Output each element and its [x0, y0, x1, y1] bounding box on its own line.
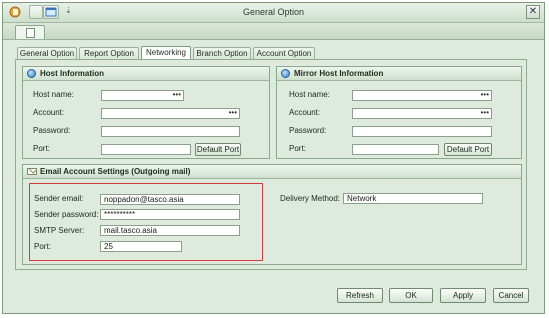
email-settings-header: Email Account Settings (Outgoing mail) — [23, 165, 521, 179]
account-label: Account: — [33, 108, 65, 117]
mirror-host-name-label: Host name: — [289, 90, 330, 99]
apply-button[interactable]: Apply — [440, 288, 486, 303]
email-port-input[interactable]: 25 — [100, 241, 182, 252]
cancel-button[interactable]: Cancel — [493, 288, 529, 303]
document-tab-strip — [3, 23, 544, 40]
mirror-account-ellipsis-icon[interactable]: ••• — [481, 109, 489, 117]
refresh-button[interactable]: Refresh — [337, 288, 383, 303]
mirror-password-input[interactable] — [352, 126, 492, 137]
globe-icon — [27, 69, 36, 78]
password-input[interactable] — [101, 126, 240, 137]
close-button[interactable]: ✕ — [526, 5, 540, 19]
mirror-default-port-button[interactable]: Default Port — [444, 143, 492, 156]
mirror-host-information-title: Mirror Host Information — [294, 69, 384, 78]
account-ellipsis-icon[interactable]: ••• — [229, 109, 237, 117]
mirror-host-information-header: Mirror Host Information — [277, 67, 521, 81]
host-name-label: Host name: — [33, 90, 74, 99]
mirror-port-label: Port: — [289, 144, 306, 153]
sender-password-label: Sender password: — [34, 210, 99, 219]
mirror-port-input[interactable] — [352, 144, 439, 155]
smtp-server-label: SMTP Server: — [34, 226, 85, 235]
mirror-account-label: Account: — [289, 108, 321, 117]
delivery-method-label: Delivery Method: — [280, 194, 341, 203]
mirror-host-name-input[interactable]: ••• — [352, 90, 492, 101]
mirror-host-name-ellipsis-icon[interactable]: ••• — [481, 91, 489, 99]
window-title: General Option — [242, 7, 305, 17]
email-port-label: Port: — [34, 242, 51, 251]
sender-email-label: Sender email: — [34, 194, 84, 203]
globe-icon — [281, 69, 290, 78]
password-label: Password: — [33, 126, 71, 135]
sender-email-input[interactable]: noppadon@tasco.asia — [100, 194, 240, 205]
account-input[interactable]: ••• — [101, 108, 240, 119]
document-tab[interactable] — [15, 25, 45, 39]
host-information-header: Host Information — [23, 67, 269, 81]
mirror-account-input[interactable]: ••• — [352, 108, 492, 119]
sender-password-input[interactable]: ********** — [100, 209, 240, 220]
title-bar: ⇣ General Option ✕ — [3, 3, 544, 23]
mirror-password-label: Password: — [289, 126, 327, 135]
document-icon — [26, 28, 35, 38]
host-information-group: Host Information Host name: ••• Account:… — [22, 66, 270, 159]
host-name-ellipsis-icon[interactable]: ••• — [173, 91, 181, 99]
mirror-host-information-group: Mirror Host Information Host name: ••• A… — [276, 66, 522, 159]
tab-networking[interactable]: Networking — [141, 46, 191, 60]
ok-button[interactable]: OK — [389, 288, 433, 303]
smtp-server-input[interactable]: mail.tasco.asia — [100, 225, 240, 236]
networking-panel: Host Information Host name: ••• Account:… — [15, 59, 527, 270]
host-name-input[interactable]: ••• — [101, 90, 184, 101]
delivery-method-input[interactable]: Network — [343, 193, 483, 204]
host-information-title: Host Information — [40, 69, 104, 78]
default-port-button[interactable]: Default Port — [195, 143, 241, 156]
mail-icon — [27, 168, 37, 175]
port-label: Port: — [33, 144, 50, 153]
email-settings-title: Email Account Settings (Outgoing mail) — [40, 167, 191, 176]
port-input[interactable] — [101, 144, 191, 155]
